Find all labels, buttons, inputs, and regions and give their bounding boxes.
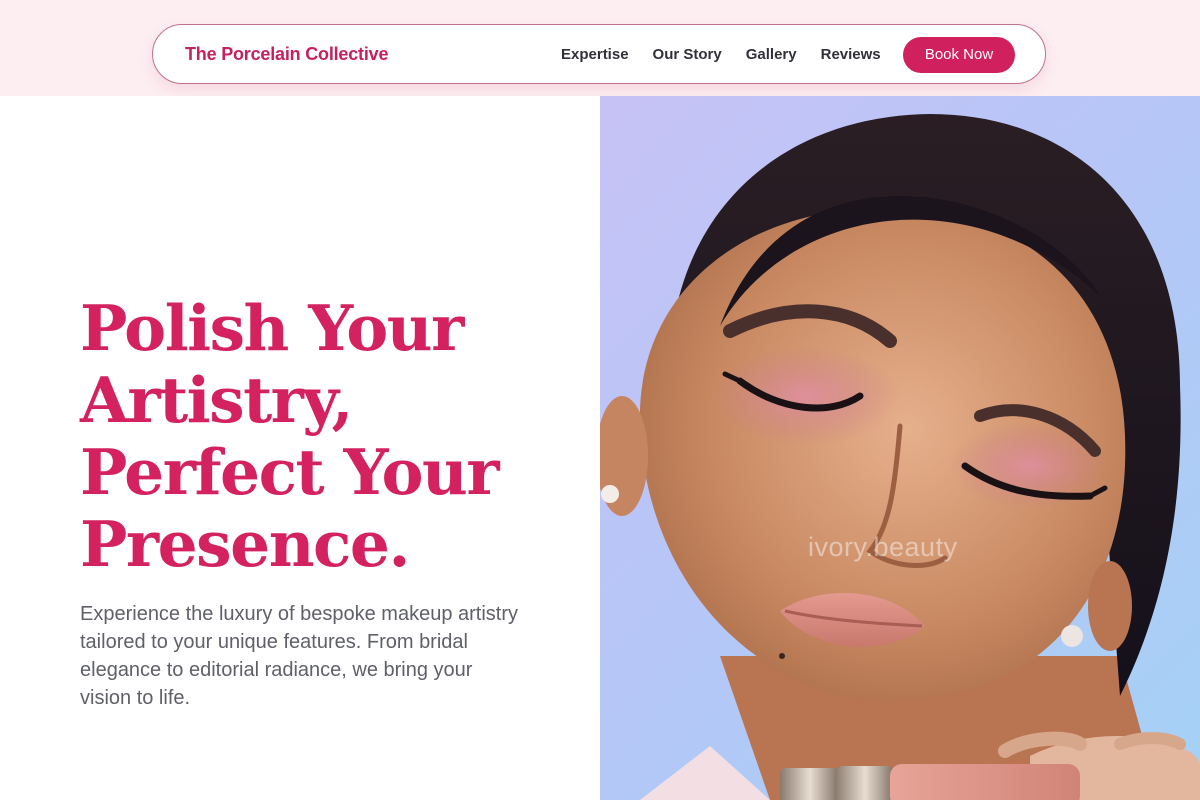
portrait-illustration (600, 114, 1200, 800)
nav-link-gallery[interactable]: Gallery (746, 46, 797, 63)
book-now-button[interactable]: Book Now (903, 37, 1015, 73)
beauty-mark (779, 653, 785, 659)
nav-link-reviews[interactable]: Reviews (821, 46, 881, 63)
navbar: The Porcelain Collective Expertise Our S… (152, 24, 1046, 84)
image-watermark: ivory.beauty (808, 532, 958, 562)
hero-portrait-image: ivory.beauty (600, 96, 1200, 800)
nav-links: Expertise Our Story Gallery Reviews (561, 46, 881, 63)
right-earring (1061, 625, 1083, 647)
nav-link-expertise[interactable]: Expertise (561, 46, 629, 63)
left-earring (601, 485, 619, 503)
collar-shape (640, 746, 770, 800)
hero-headline-line: Artistry, (80, 363, 353, 437)
hero-headline-line: Presence. (80, 507, 410, 581)
hero-headline-line: Polish Your (80, 291, 464, 365)
hero-headline: Polish Your Artistry, Perfect Your Prese… (80, 292, 580, 580)
brand-logo[interactable]: The Porcelain Collective (185, 44, 388, 65)
left-eyeshadow (710, 346, 900, 446)
hero-headline-line: Perfect Your (80, 435, 500, 509)
right-ear (1088, 561, 1132, 651)
nav-link-our-story[interactable]: Our Story (653, 46, 722, 63)
product-cap (780, 768, 840, 800)
hero-subtext: Experience the luxury of bespoke makeup … (80, 603, 518, 709)
hero-text-section: Polish Your Artistry, Perfect Your Prese… (0, 96, 600, 800)
product-bottle (890, 764, 1080, 800)
